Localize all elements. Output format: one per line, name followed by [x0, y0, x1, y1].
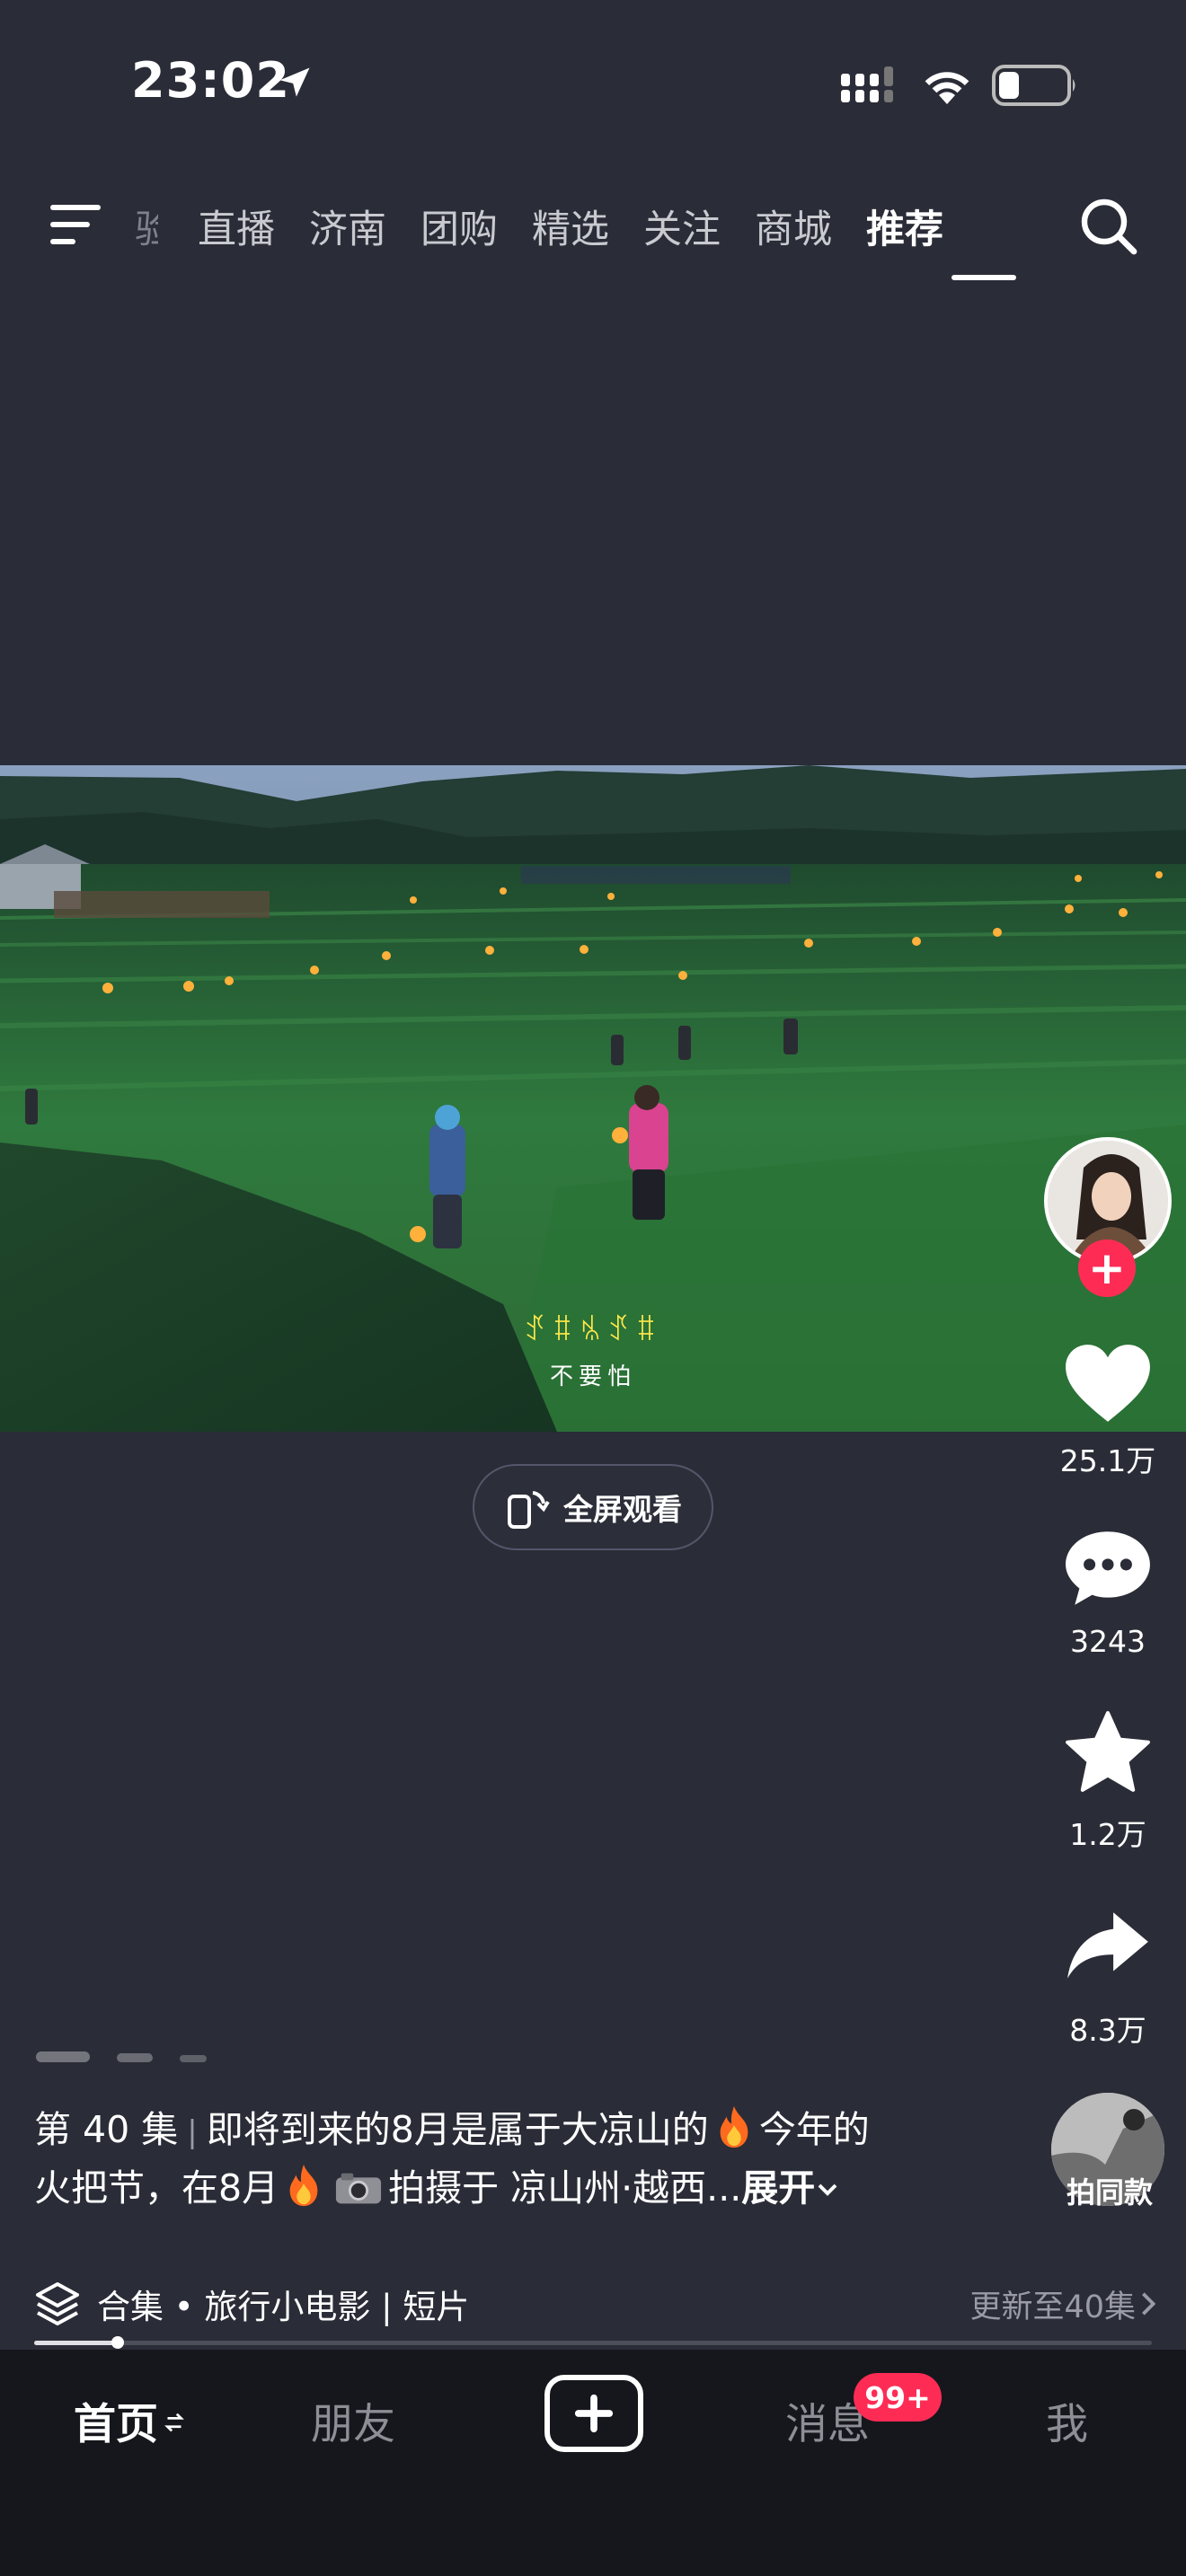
author-name-blurred[interactable]: [36, 2039, 341, 2064]
fullscreen-button[interactable]: 全屏观看: [473, 1464, 713, 1550]
caption-line-1: 第 40 集 | 即将到来的8月是属于大凉山的 今年的: [34, 2102, 1022, 2160]
caption-text-1: 即将到来的8月是属于大凉山的: [206, 2108, 709, 2151]
layers-icon: [36, 2282, 79, 2325]
tab-recommend[interactable]: 推荐: [866, 198, 943, 254]
tab-live[interactable]: 直播: [198, 198, 275, 254]
messages-badge: 99+: [854, 2373, 942, 2422]
chevron-right-icon: [1142, 2292, 1156, 2316]
tab-partial[interactable]: 验: [135, 198, 158, 254]
nav-home-label: 首页: [74, 2400, 158, 2449]
top-tabs: 验 直播 济南 团购 精选 关注 商城 推荐: [135, 199, 978, 253]
follow-plus-label: +: [1088, 1242, 1126, 1294]
same-style-label[interactable]: 拍同款: [1042, 2170, 1177, 2211]
fullscreen-button-label: 全屏观看: [563, 1492, 682, 1527]
favorite-count: 1.2万: [1069, 1817, 1146, 1852]
nav-home[interactable]: 首页: [74, 2389, 185, 2451]
playback-progress-fill: [34, 2341, 119, 2345]
search-icon[interactable]: [1078, 196, 1139, 257]
caption-location: 拍摄于 凉山州·越西...: [388, 2166, 742, 2210]
episode-label: 第 40 集: [34, 2108, 179, 2151]
tab-group-buy[interactable]: 团购: [420, 198, 498, 254]
tab-mall[interactable]: 商城: [755, 198, 832, 254]
fire-emoji-icon: [720, 2105, 748, 2148]
fire-emoji-icon: [289, 2164, 318, 2207]
create-post-button[interactable]: [544, 2375, 643, 2452]
tab-jinan[interactable]: 济南: [309, 198, 386, 254]
active-tab-indicator: [951, 275, 1016, 280]
location-arrow-icon: [279, 67, 310, 97]
like-heart-icon[interactable]: [1062, 1338, 1154, 1428]
menu-icon[interactable]: [47, 201, 104, 248]
share-arrow-icon[interactable]: [1062, 1902, 1154, 1992]
chevron-down-icon: [818, 2183, 837, 2196]
switch-arrows-icon: [164, 2413, 184, 2432]
tab-following[interactable]: 关注: [643, 198, 721, 254]
favorite-star-icon[interactable]: [1062, 1708, 1154, 1798]
nav-friends[interactable]: 朋友: [311, 2389, 395, 2451]
playback-progress-track[interactable]: [34, 2341, 1152, 2345]
video-caption[interactable]: 第 40 集 | 即将到来的8月是属于大凉山的 今年的 火把节，在8月 拍摄于 凉山…: [34, 2102, 1022, 2216]
cellular-signal-icon: [841, 66, 893, 102]
collection-update: 更新至40集: [969, 2289, 1136, 2325]
comment-count: 3243: [1070, 1624, 1146, 1659]
comment-icon[interactable]: [1062, 1523, 1154, 1613]
caption-text-1-tail: 今年的: [758, 2108, 870, 2151]
playback-progress-knob[interactable]: [111, 2336, 125, 2349]
nav-me[interactable]: 我: [1046, 2389, 1088, 2451]
caption-text-2: 火把节，在8月: [34, 2166, 279, 2210]
caption-separator: |: [187, 2114, 198, 2150]
collection-title: 合集 • 旅行小电影 | 短片: [97, 2288, 470, 2326]
status-time: 23:02: [131, 52, 290, 109]
video-subtitle-yi: ꀋꐚꁱꀋꐚ: [523, 1313, 663, 1347]
caption-line-2: 火把节，在8月 拍摄于 凉山州·越西...展开: [34, 2160, 1022, 2216]
video-subtitle-cn: 不要怕: [549, 1363, 636, 1390]
rotate-phone-icon: [508, 1491, 550, 1529]
camera-emoji-icon: [336, 2173, 382, 2204]
tab-featured[interactable]: 精选: [532, 198, 609, 254]
collection-bar[interactable]: 合集 • 旅行小电影 | 短片 更新至40集: [0, 2263, 1186, 2344]
follow-button[interactable]: +: [1078, 1239, 1136, 1297]
plus-icon: [574, 2394, 614, 2433]
caption-expand[interactable]: 展开: [741, 2166, 815, 2210]
share-count: 8.3万: [1069, 2013, 1146, 2048]
wifi-icon: [925, 72, 969, 104]
battery-icon: [992, 65, 1075, 106]
like-count: 25.1万: [1059, 1443, 1156, 1478]
